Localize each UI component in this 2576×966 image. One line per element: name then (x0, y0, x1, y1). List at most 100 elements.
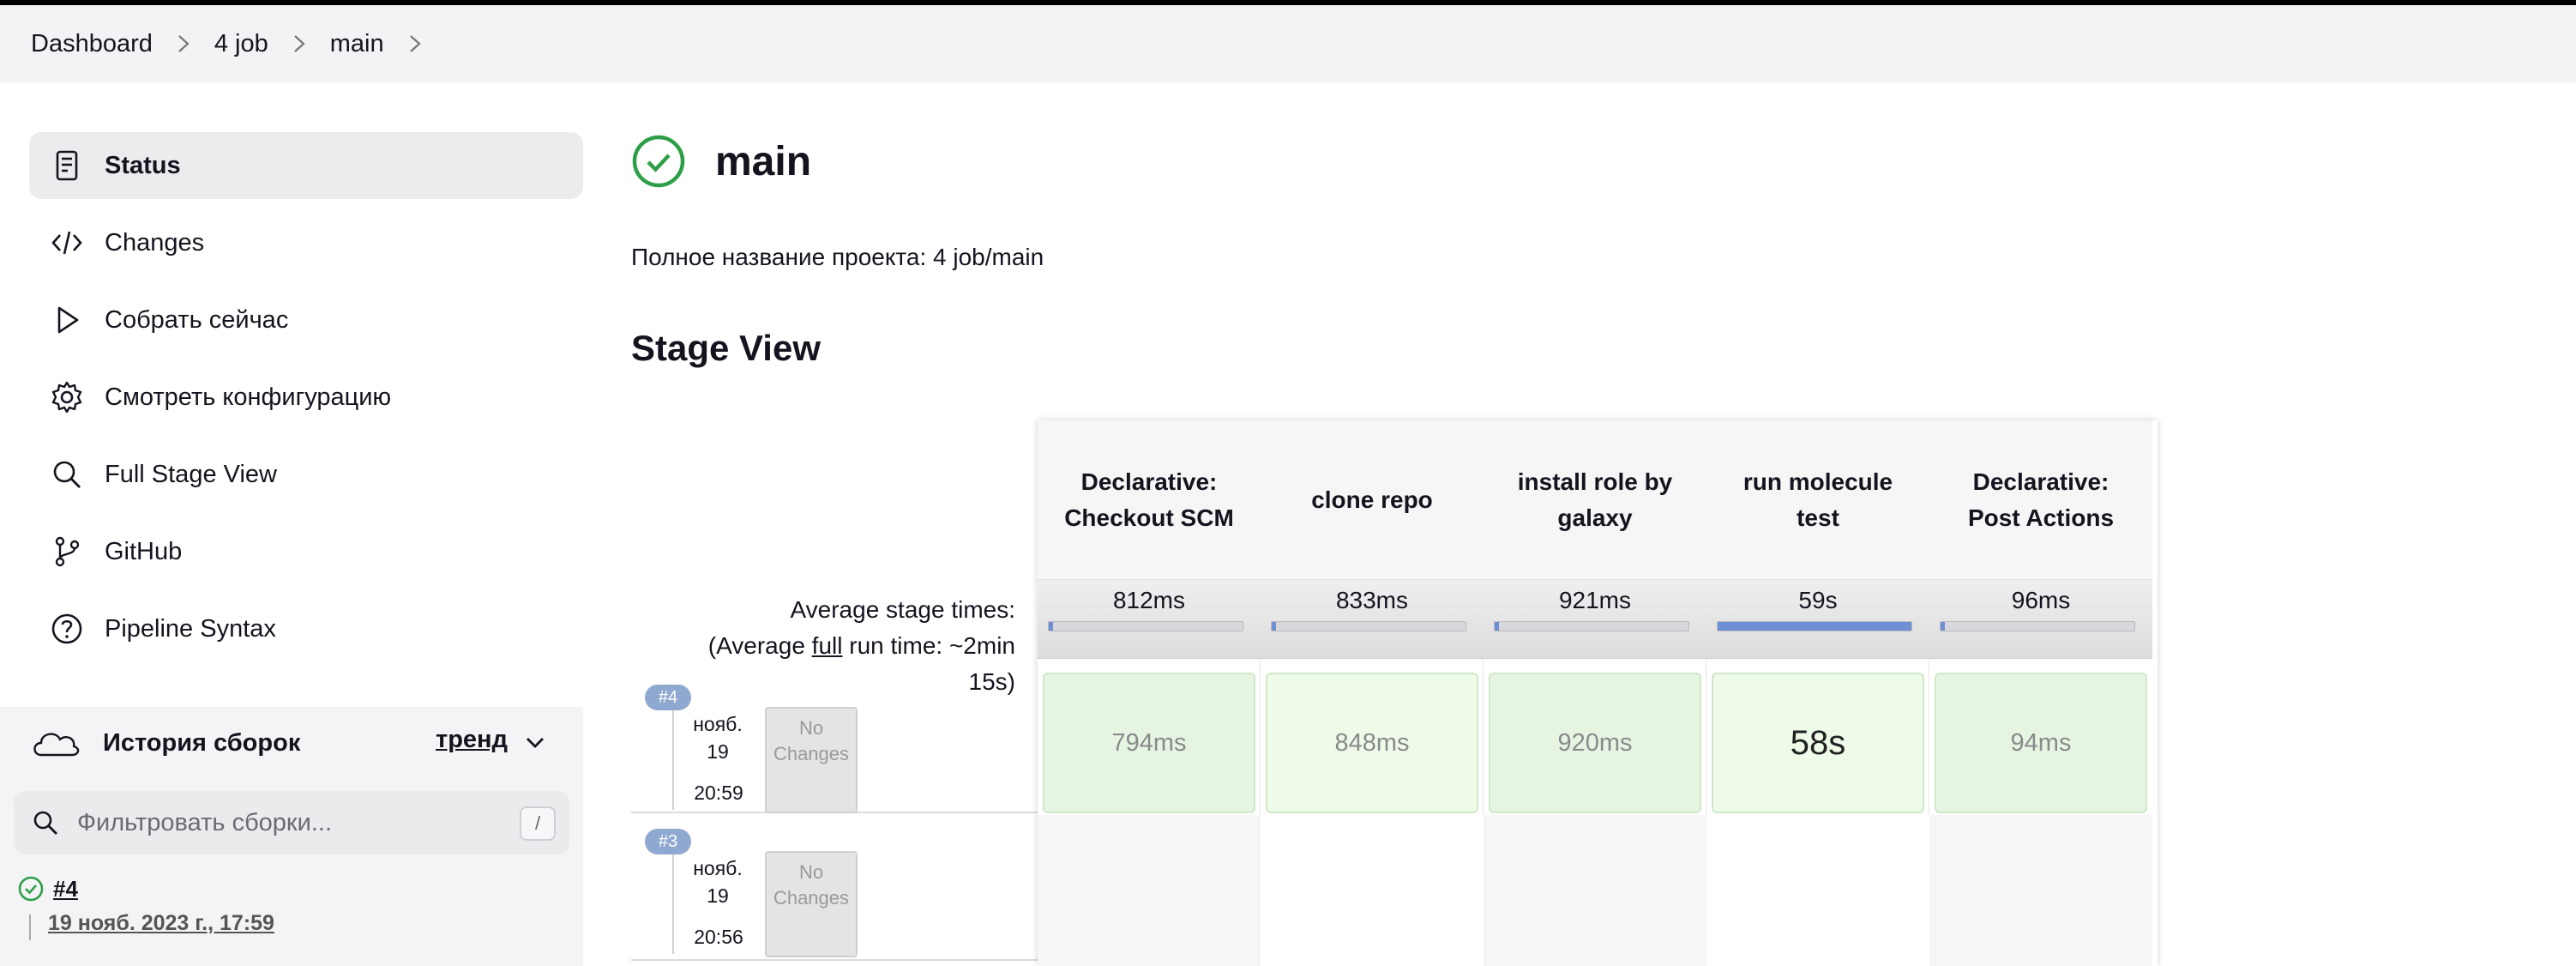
stage-view-table: Declarative: Checkout SCM 812ms 794ms cl… (1038, 420, 2158, 966)
code-icon (29, 226, 105, 260)
sidebar-item-changes[interactable]: Changes (29, 209, 583, 276)
stage-header: install role by galaxy (1484, 420, 1706, 580)
full-run-time-link[interactable]: full (812, 632, 843, 659)
chevron-right-icon[interactable] (268, 27, 330, 61)
stage-column: clone repo 833ms 848ms (1261, 420, 1484, 966)
stage-progress-bar (1940, 621, 2135, 631)
sidebar-item-configuration[interactable]: Смотреть конфигурацию (29, 364, 583, 431)
build-filter-input[interactable] (77, 808, 506, 837)
no-changes-box[interactable]: No Changes (765, 707, 858, 813)
stage-average: 833ms (1261, 580, 1484, 659)
build-badge[interactable]: #3 (645, 829, 691, 854)
build-history-title: История сборок (103, 728, 301, 757)
run-date: нояб. 19 20:59 (672, 710, 761, 810)
stage-average-time: 833ms (1335, 587, 1409, 613)
stage-progress-bar (1494, 621, 1689, 631)
run-row-3: #3 нояб. 19 20:56 No Changes (631, 815, 1038, 961)
stage-progress-fill (1272, 622, 1276, 631)
timeline-divider (29, 915, 31, 940)
stage-cell-success[interactable]: 58s (1712, 673, 1924, 813)
project-full-name: Полное название проекта: 4 job/main (631, 244, 1044, 270)
sidebar-item-full-stage-view[interactable]: Full Stage View (29, 441, 583, 508)
chevron-right-icon[interactable] (384, 27, 446, 61)
run-time: 20:59 (694, 782, 743, 804)
stage-column: install role by galaxy 921ms 920ms (1484, 420, 1706, 966)
average-stage-times-text: Average stage times: (790, 596, 1015, 623)
trend-link[interactable]: тренд (436, 726, 508, 754)
sidebar-item-status[interactable]: Status (29, 132, 583, 199)
gear-icon (29, 380, 105, 414)
page-header: main (631, 134, 811, 189)
stage-cell-success[interactable]: 794ms (1043, 673, 1255, 813)
cloud-icon (33, 733, 80, 757)
stage-header: clone repo (1261, 420, 1484, 580)
breadcrumb-main[interactable]: main (330, 30, 384, 58)
page-title: main (715, 138, 812, 184)
success-icon (18, 876, 44, 902)
stage-progress-fill (1495, 622, 1499, 631)
run-date-month: нояб. (693, 857, 743, 879)
stage-average-time: 59s (1798, 587, 1838, 613)
breadcrumb-dashboard[interactable]: Dashboard (31, 30, 153, 58)
run-time: 20:56 (694, 926, 743, 948)
sidebar-item-label: Собрать сейчас (105, 305, 289, 334)
search-icon (29, 457, 105, 492)
stage-cell-empty[interactable] (1038, 815, 1261, 966)
stage-progress-fill (1941, 622, 1945, 631)
stage-view-title: Stage View (631, 328, 821, 368)
stage-average-time: 812ms (1112, 587, 1186, 613)
search-icon (33, 811, 57, 835)
stage-cell-success[interactable]: 920ms (1489, 673, 1701, 813)
stage-cell-success[interactable]: 848ms (1266, 673, 1478, 813)
stage-header: run molecule test (1706, 420, 1929, 580)
stage-cell-empty[interactable] (1706, 815, 1929, 966)
sidebar-item-pipeline-syntax[interactable]: Pipeline Syntax (29, 595, 583, 662)
build-history-item: #4 (17, 875, 78, 903)
stage-cell-empty[interactable] (1261, 815, 1484, 966)
build-history-panel: История сборок тренд / #4 19 нояб. 2023 … (0, 707, 583, 966)
stage-average: 96ms (1929, 580, 2152, 659)
play-icon (29, 303, 105, 337)
sidebar-item-github[interactable]: GitHub (29, 518, 583, 585)
breadcrumb: Dashboard 4 job main (0, 5, 2576, 82)
stage-cell-empty[interactable] (1484, 815, 1706, 966)
stage-column: run molecule test 59s 58s (1706, 420, 1929, 966)
run-date: нояб. 19 20:56 (672, 854, 761, 954)
breadcrumb-job[interactable]: 4 job (214, 30, 268, 58)
stage-cell-success[interactable]: 94ms (1935, 673, 2147, 813)
stage-average: 921ms (1484, 580, 1706, 659)
run-date-day: 19 (707, 740, 729, 763)
stage-progress-bar (1048, 621, 1243, 631)
sidebar-item-label: Status (105, 151, 181, 179)
stage-average-time: 921ms (1558, 587, 1632, 613)
sidebar-item-build-now[interactable]: Собрать сейчас (29, 287, 583, 353)
stage-average: 812ms (1038, 580, 1261, 659)
stage-progress-bar (1271, 621, 1466, 631)
build-number-link[interactable]: #4 (53, 876, 78, 903)
stage-progress-fill (1049, 622, 1053, 631)
no-changes-box[interactable]: No Changes (765, 851, 858, 957)
sidebar-item-label: Смотреть конфигурацию (105, 383, 392, 411)
stage-column: Declarative: Post Actions 96ms 94ms (1929, 420, 2152, 966)
help-icon (29, 612, 105, 646)
build-date-link[interactable]: 19 нояб. 2023 г., 17:59 (48, 911, 274, 936)
keyboard-shortcut-hint: / (520, 806, 556, 841)
run-row-4: #4 нояб. 19 20:59 No Changes (631, 667, 1038, 813)
stage-header: Declarative: Post Actions (1929, 420, 2152, 580)
sidebar-item-label: Changes (105, 228, 205, 257)
stage-average-time: 96ms (2011, 587, 2071, 613)
sidebar-item-label: GitHub (105, 537, 183, 565)
stage-column: Declarative: Checkout SCM 812ms 794ms (1038, 420, 1261, 966)
run-date-month: нояб. (693, 713, 743, 735)
chevron-down-icon[interactable] (525, 733, 545, 753)
sidebar-item-label: Full Stage View (105, 460, 277, 488)
build-badge[interactable]: #4 (645, 685, 691, 710)
sidebar-item-label: Pipeline Syntax (105, 614, 276, 643)
average-run-time-prefix: (Average (707, 632, 812, 659)
chevron-right-icon[interactable] (153, 27, 214, 61)
stage-cell-empty[interactable] (1929, 815, 2152, 966)
stage-progress-bar (1717, 621, 1912, 631)
branch-icon (29, 534, 105, 569)
success-icon (632, 135, 685, 188)
average-run-time-text: run time: ~2min (842, 632, 1015, 659)
